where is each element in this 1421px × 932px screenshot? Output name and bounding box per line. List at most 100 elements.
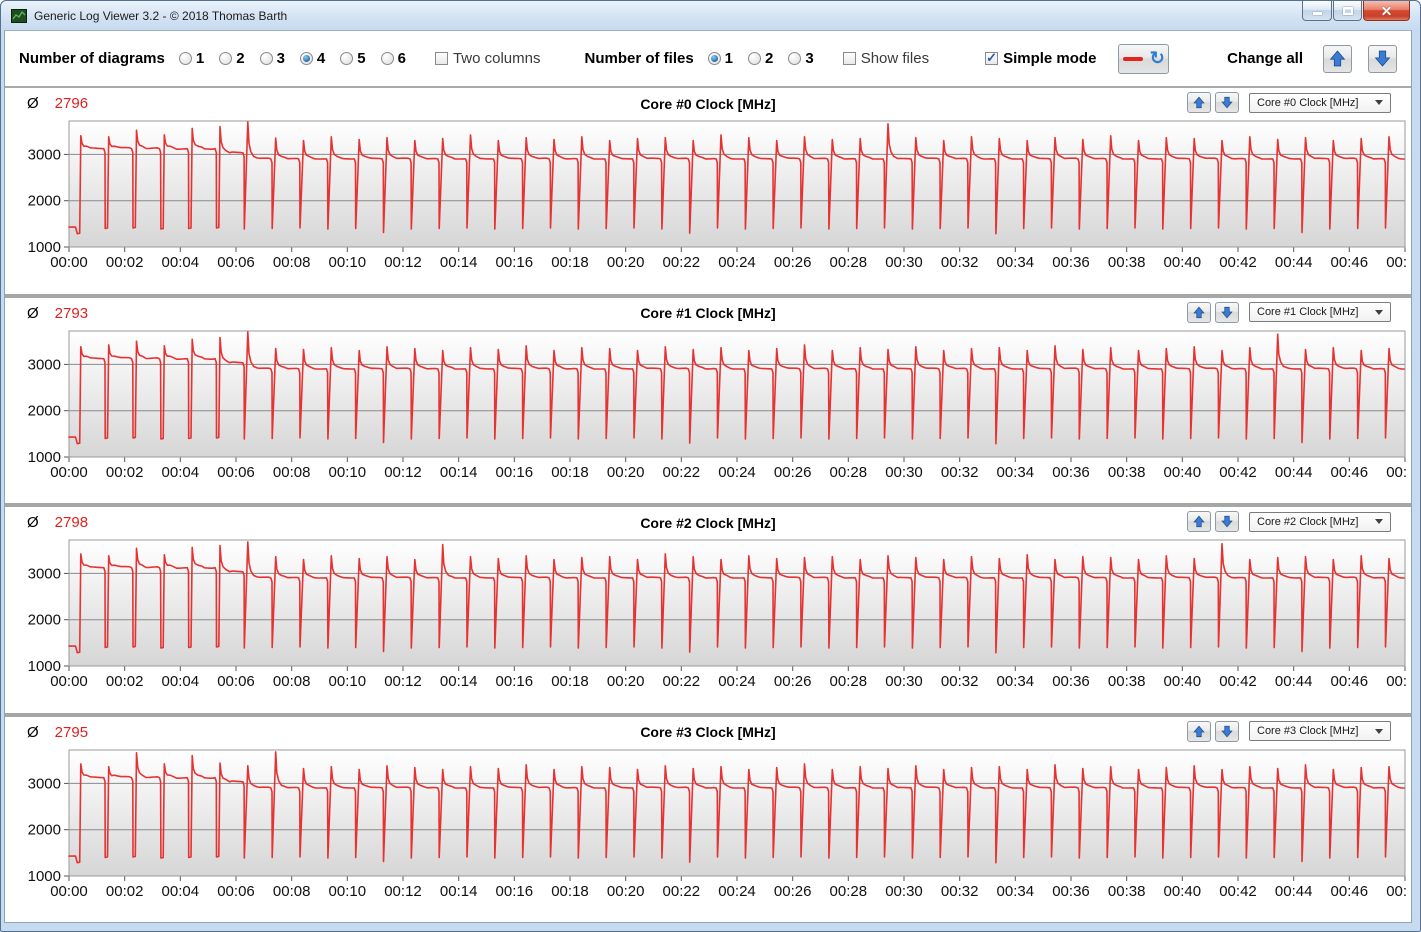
chart-plot[interactable]: 10002000300000:00 00:02 00:04 00:06 00:08 00:… — [7, 119, 1407, 271]
svg-text:00:46: 00:46 — [1331, 673, 1369, 690]
chart-panel: Ø 2798 Core #2 Clock [MHz] Core #2 Clock… — [5, 503, 1411, 713]
chart-source-select[interactable]: Core #1 Clock [MHz] — [1249, 302, 1391, 322]
diagrams-radio-6[interactable]: 6 — [380, 50, 406, 67]
diagrams-radio-5[interactable]: 5 — [340, 50, 366, 67]
svg-text:00:38: 00:38 — [1108, 464, 1146, 481]
svg-text:00:16: 00:16 — [496, 464, 534, 481]
radio-label: 1 — [195, 50, 205, 67]
two-columns-label: Two columns — [452, 50, 541, 67]
show-files-checkbox[interactable]: Show files — [842, 50, 930, 67]
chevron-down-icon — [1375, 100, 1383, 105]
titlebar[interactable]: Generic Log Viewer 3.2 - © 2018 Thomas B… — [1, 1, 1420, 30]
files-radio-1[interactable]: 1 — [707, 50, 733, 67]
svg-text:00:48: 00:48 — [1386, 464, 1407, 481]
svg-text:00:38: 00:38 — [1108, 254, 1146, 271]
chart-source-value: Core #2 Clock [MHz] — [1257, 515, 1359, 528]
move-chart-up-button[interactable] — [1187, 301, 1211, 323]
svg-text:00:24: 00:24 — [718, 464, 756, 481]
svg-text:00:18: 00:18 — [551, 883, 589, 900]
svg-text:00:20: 00:20 — [607, 254, 645, 271]
move-chart-up-button[interactable] — [1187, 720, 1211, 742]
svg-text:00:44: 00:44 — [1275, 883, 1313, 900]
average-value: 2793 — [54, 304, 89, 322]
arrow-up-icon — [1193, 515, 1205, 528]
close-button[interactable] — [1363, 1, 1410, 21]
svg-text:00:24: 00:24 — [718, 883, 756, 900]
chart-plot[interactable]: 10002000300000:00 00:02 00:04 00:06 00:08 00:… — [7, 748, 1407, 900]
refresh-icon: ↻ — [1149, 47, 1165, 68]
arrow-down-icon — [1221, 725, 1233, 737]
move-chart-up-button[interactable] — [1187, 92, 1211, 113]
svg-text:00:00: 00:00 — [50, 254, 88, 271]
diagrams-radio-2[interactable]: 2 — [219, 50, 245, 67]
window-title: Generic Log Viewer 3.2 - © 2018 Thomas B… — [34, 8, 288, 23]
chart-controls: Core #1 Clock [MHz] — [1183, 301, 1391, 323]
chart-source-select[interactable]: Core #2 Clock [MHz] — [1249, 511, 1391, 532]
chart-panel: Ø 2795 Core #3 Clock [MHz] Core #3 Clock… — [5, 712, 1411, 922]
maximize-button[interactable] — [1333, 1, 1362, 21]
diagrams-radio-4[interactable]: 4 — [299, 50, 325, 67]
svg-text:00:32: 00:32 — [941, 464, 979, 481]
files-label: Number of files — [584, 50, 694, 67]
change-all-down-button[interactable] — [1368, 44, 1397, 73]
arrow-up-icon — [1193, 725, 1205, 737]
svg-text:00:10: 00:10 — [329, 883, 367, 900]
svg-text:00:26: 00:26 — [774, 883, 812, 900]
svg-text:00:26: 00:26 — [774, 673, 812, 690]
file-count-group: 1 2 3 — [707, 50, 829, 67]
svg-text:00:36: 00:36 — [1052, 883, 1090, 900]
chart-controls: Core #3 Clock [MHz] — [1183, 720, 1391, 742]
svg-text:00:00: 00:00 — [50, 883, 88, 900]
chevron-down-icon — [1375, 519, 1383, 524]
svg-text:00:36: 00:36 — [1052, 464, 1090, 481]
svg-text:00:28: 00:28 — [830, 464, 868, 481]
svg-text:00:30: 00:30 — [885, 673, 923, 690]
average-symbol: Ø — [27, 304, 39, 322]
files-radio-3[interactable]: 3 — [788, 50, 814, 67]
app-icon — [11, 8, 27, 23]
move-chart-up-button[interactable] — [1187, 511, 1211, 532]
change-all-up-button[interactable] — [1323, 44, 1353, 73]
show-files-label: Show files — [860, 50, 930, 67]
line-color-swatch — [1122, 56, 1143, 61]
line-color-refresh-button[interactable]: ↻ — [1118, 43, 1170, 74]
move-chart-down-button[interactable] — [1215, 301, 1239, 323]
move-chart-down-button[interactable] — [1215, 92, 1239, 113]
svg-text:00:22: 00:22 — [663, 464, 701, 481]
radio-icon — [299, 52, 313, 65]
radio-icon — [259, 52, 273, 65]
svg-text:00:20: 00:20 — [607, 883, 645, 900]
chart-source-select[interactable]: Core #0 Clock [MHz] — [1249, 92, 1391, 113]
svg-text:00:12: 00:12 — [384, 464, 422, 481]
two-columns-checkbox[interactable]: Two columns — [434, 50, 541, 67]
radio-label: 6 — [397, 50, 406, 67]
chevron-down-icon — [1375, 309, 1383, 315]
svg-text:00:42: 00:42 — [1219, 464, 1257, 481]
chart-source-select[interactable]: Core #3 Clock [MHz] — [1249, 721, 1391, 741]
arrow-up-icon — [1193, 306, 1205, 318]
close-icon — [1380, 5, 1393, 16]
svg-text:2000: 2000 — [28, 402, 61, 419]
svg-text:00:06: 00:06 — [217, 883, 255, 900]
svg-text:00:40: 00:40 — [1164, 883, 1202, 900]
diagrams-radio-1[interactable]: 1 — [178, 50, 205, 67]
minimize-button[interactable] — [1302, 1, 1332, 21]
svg-text:3000: 3000 — [28, 146, 61, 163]
move-chart-down-button[interactable] — [1215, 720, 1239, 742]
move-chart-down-button[interactable] — [1215, 511, 1239, 532]
svg-text:00:12: 00:12 — [384, 673, 422, 690]
svg-text:00:08: 00:08 — [273, 254, 311, 271]
diagrams-radio-3[interactable]: 3 — [259, 50, 285, 67]
chart-plot[interactable]: 10002000300000:00 00:02 00:04 00:06 00:08 00:… — [7, 538, 1407, 690]
chevron-down-icon — [1375, 728, 1383, 734]
svg-text:3000: 3000 — [28, 775, 61, 792]
simple-mode-checkbox[interactable]: Simple mode — [985, 50, 1096, 67]
chart-controls: Core #0 Clock [MHz] — [1183, 92, 1391, 113]
arrow-down-icon — [1374, 50, 1391, 67]
files-radio-2[interactable]: 2 — [748, 50, 773, 67]
svg-text:00:14: 00:14 — [440, 883, 478, 900]
chart-source-value: Core #3 Clock [MHz] — [1257, 725, 1359, 737]
svg-text:00:42: 00:42 — [1219, 254, 1257, 271]
svg-text:00:22: 00:22 — [663, 254, 701, 271]
chart-plot[interactable]: 10002000300000:00 00:02 00:04 00:06 00:08 00:… — [7, 329, 1407, 481]
